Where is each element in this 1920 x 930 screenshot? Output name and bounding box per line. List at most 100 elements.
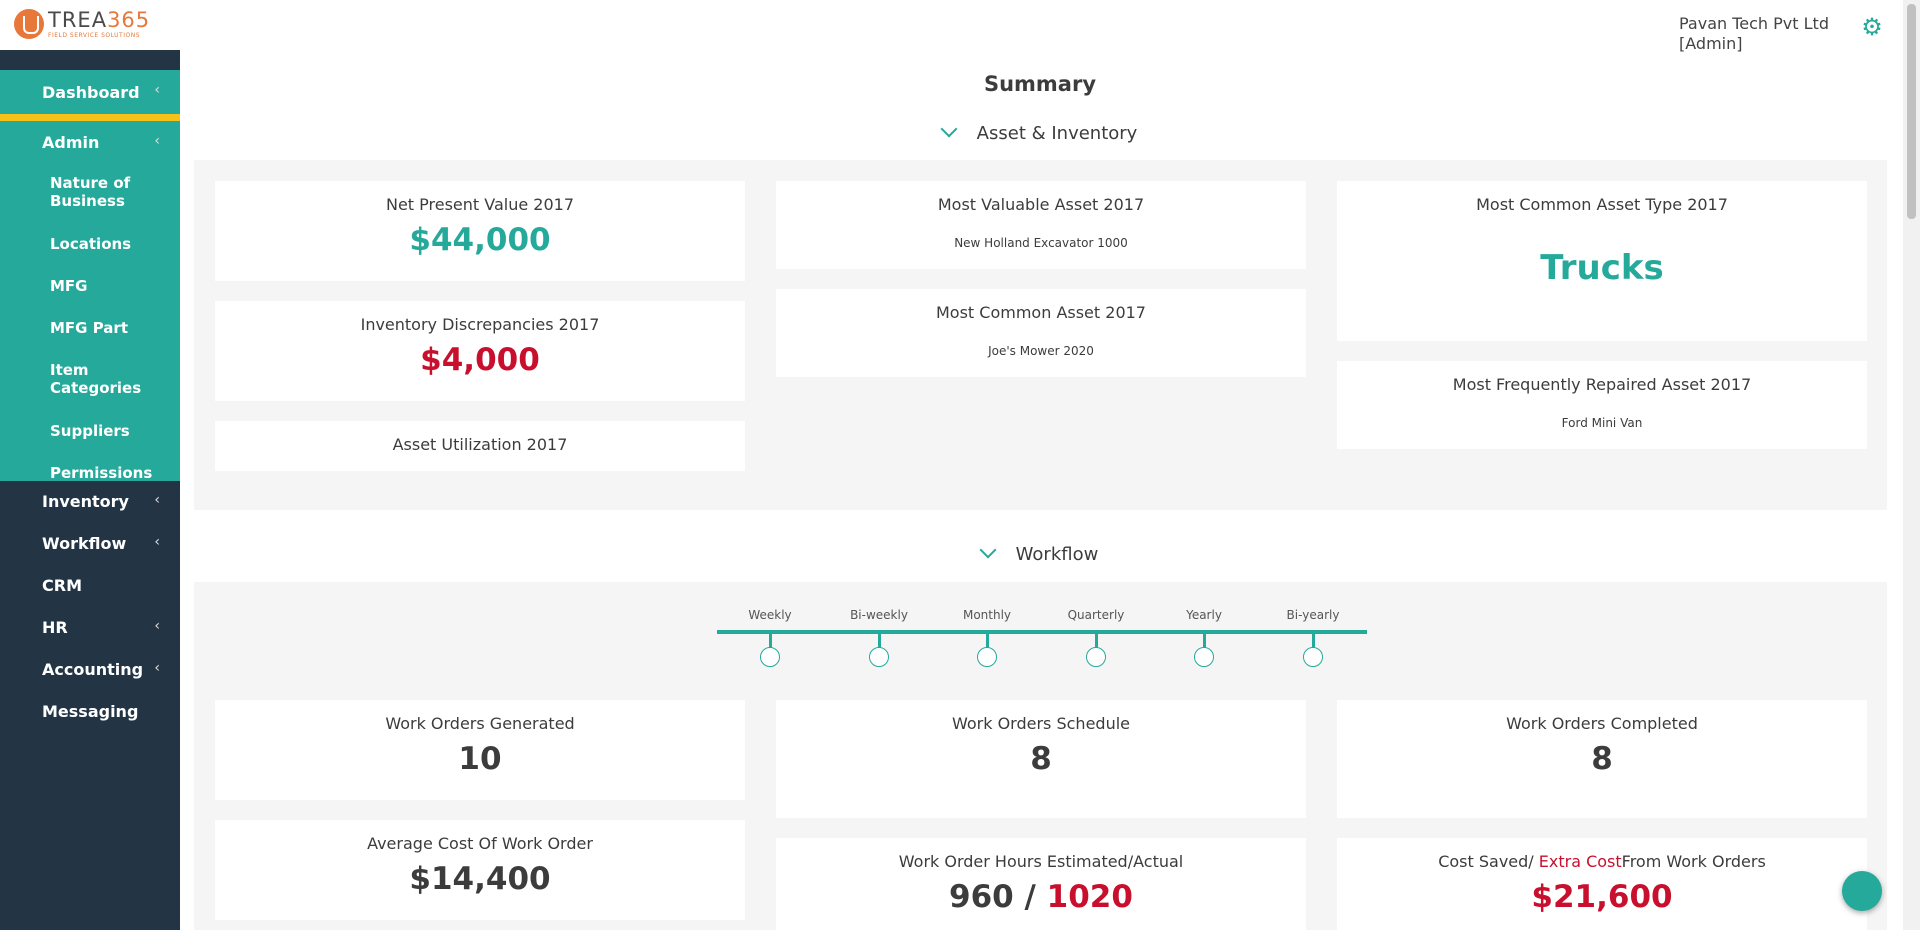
company-name: Pavan Tech Pvt Ltd — [1679, 14, 1829, 33]
from-work-orders-label: From Work Orders — [1621, 852, 1766, 871]
gear-icon[interactable]: ⚙ — [1860, 15, 1884, 39]
cost-saved-card: Cost Saved/ Extra CostFrom Work Orders $… — [1337, 838, 1867, 930]
sidebar-item-crm[interactable]: CRM — [0, 564, 180, 606]
card-title: Work Order Hours Estimated/Actual — [898, 852, 1184, 871]
card-title: Asset Utilization 2017 — [392, 435, 568, 454]
sidebar-item-admin[interactable]: Admin ‹ — [0, 121, 180, 163]
app-logo[interactable]: TREA365 FIELD SERVICE SOLUTIONS — [14, 9, 150, 39]
sidebar: Dashboard ‹ Admin ‹ Nature of Business L… — [0, 50, 180, 930]
timeline-radio-monthly[interactable] — [977, 647, 997, 667]
work-orders-schedule-card: Work Orders Schedule 8 — [776, 700, 1306, 818]
card-value: Joe's Mower 2020 — [988, 344, 1094, 358]
card-value: $4,000 — [420, 342, 540, 378]
sidebar-subitem-suppliers[interactable]: Suppliers — [50, 422, 175, 440]
page-title: Summary — [983, 72, 1097, 96]
asset-panel: Net Present Value 2017 $44,000 Inventory… — [194, 160, 1887, 510]
card-value: New Holland Excavator 1000 — [954, 236, 1128, 250]
timeline-radio-bi-weekly[interactable] — [869, 647, 889, 667]
timeline-stem — [1312, 634, 1315, 648]
timeline-stem — [878, 634, 881, 648]
timeline-track — [717, 630, 1367, 634]
asset-section-header[interactable]: Asset & Inventory — [180, 120, 1900, 144]
hours-separator: / — [1013, 879, 1047, 915]
timeline-radio-bi-yearly[interactable] — [1303, 647, 1323, 667]
chevron-left-icon: ‹ — [154, 492, 160, 508]
scrollbar-thumb[interactable] — [1907, 4, 1916, 219]
sidebar-item-label: Dashboard — [42, 82, 140, 102]
work-order-hours-card: Work Order Hours Estimated/Actual 960 / … — [776, 838, 1306, 930]
timeline-stem — [769, 634, 772, 648]
top-bar: TREA365 FIELD SERVICE SOLUTIONS Pavan Te… — [0, 0, 1920, 53]
card-value: 8 — [1591, 741, 1613, 777]
sidebar-item-hr[interactable]: HR ‹ — [0, 606, 180, 648]
timeline-label-bi-yearly: Bi-yearly — [1286, 608, 1340, 622]
card-title: Inventory Discrepancies 2017 — [360, 315, 600, 334]
card-value: 8 — [1030, 741, 1052, 777]
timeline-label-weekly: Weekly — [748, 608, 792, 622]
card-value: $44,000 — [409, 222, 551, 258]
hours-estimated: 960 — [949, 879, 1014, 915]
card-value: 960 / 1020 — [776, 879, 1306, 915]
card-value: Ford Mini Van — [1561, 416, 1643, 430]
timeline-label-yearly: Yearly — [1186, 608, 1222, 622]
logo-title: TREA365 — [48, 7, 151, 32]
chevron-left-icon: ‹ — [154, 618, 160, 634]
card-title: Work Orders Generated — [385, 714, 575, 733]
chevron-left-icon: ‹ — [154, 660, 160, 676]
timeline-radio-weekly[interactable] — [760, 647, 780, 667]
sidebar-item-label: Inventory — [42, 491, 129, 511]
cost-saved-label: Cost Saved/ — [1438, 852, 1539, 871]
timeline-stem — [1095, 634, 1098, 648]
timeline-radio-quarterly[interactable] — [1086, 647, 1106, 667]
workflow-section-header[interactable]: Workflow — [180, 541, 1900, 565]
chevron-left-icon: ‹ — [154, 82, 160, 98]
sidebar-item-label: CRM — [42, 575, 82, 595]
card-title: Work Orders Schedule — [951, 714, 1130, 733]
sidebar-item-inventory[interactable]: Inventory ‹ — [0, 480, 180, 522]
sidebar-subitem-mfg-part[interactable]: MFG Part — [50, 319, 175, 337]
sidebar-item-messaging[interactable]: Messaging — [0, 690, 180, 732]
logo-title-number: 365 — [107, 7, 151, 32]
sidebar-item-label: HR — [42, 617, 68, 637]
card-value: Trucks — [1540, 248, 1664, 288]
company-info[interactable]: Pavan Tech Pvt Ltd [Admin] — [1679, 14, 1829, 54]
average-cost-card: Average Cost Of Work Order $14,400 — [215, 820, 745, 920]
chevron-left-icon: ‹ — [154, 133, 160, 149]
workflow-panel: Work Orders Generated 10 Average Cost Of… — [194, 582, 1887, 930]
main-content: Summary Asset & Inventory Net Present Va… — [180, 50, 1900, 930]
sidebar-item-label: Accounting — [42, 659, 144, 679]
net-present-value-card: Net Present Value 2017 $44,000 — [215, 181, 745, 281]
sidebar-subitem-item-categories[interactable]: Item Categories — [50, 361, 175, 397]
timeline-stem — [986, 634, 989, 648]
sidebar-item-label: Messaging — [42, 701, 139, 721]
sidebar-subitem-locations[interactable]: Locations — [50, 235, 175, 253]
logo-mark-icon — [14, 9, 44, 39]
inventory-discrepancies-card: Inventory Discrepancies 2017 $4,000 — [215, 301, 745, 401]
timeline-label-quarterly: Quarterly — [1067, 608, 1125, 622]
sidebar-subitem-nature-of-business[interactable]: Nature of Business — [50, 174, 175, 210]
extra-cost-label: Extra Cost — [1538, 852, 1622, 871]
most-common-asset-type-card: Most Common Asset Type 2017 Trucks — [1337, 181, 1867, 341]
timeline-radio-yearly[interactable] — [1194, 647, 1214, 667]
chevron-left-icon: ‹ — [154, 534, 160, 550]
sidebar-subitem-mfg[interactable]: MFG — [50, 277, 175, 295]
logo-subtitle: FIELD SERVICE SOLUTIONS — [48, 31, 141, 39]
timeline-label-monthly: Monthly — [962, 608, 1012, 622]
work-orders-completed-card: Work Orders Completed 8 — [1337, 700, 1867, 818]
sidebar-item-workflow[interactable]: Workflow ‹ — [0, 522, 180, 564]
chat-floating-button[interactable] — [1842, 871, 1882, 911]
chevron-down-icon — [940, 120, 958, 138]
card-title: Most Common Asset 2017 — [936, 303, 1146, 322]
card-title: Cost Saved/ Extra CostFrom Work Orders — [1337, 852, 1867, 871]
card-title: Most Common Asset Type 2017 — [1476, 195, 1728, 214]
sidebar-item-accounting[interactable]: Accounting ‹ — [0, 648, 180, 690]
card-value: 10 — [458, 741, 502, 777]
hours-actual: 1020 — [1046, 879, 1133, 915]
sidebar-item-label: Admin — [42, 132, 100, 152]
sidebar-item-dashboard[interactable]: Dashboard ‹ — [0, 70, 180, 121]
card-title: Most Valuable Asset 2017 — [937, 195, 1145, 214]
card-title: Work Orders Completed — [1506, 714, 1698, 733]
timeline-stem — [1203, 634, 1206, 648]
sidebar-item-label: Workflow — [42, 533, 127, 553]
most-valuable-asset-card: Most Valuable Asset 2017 New Holland Exc… — [776, 181, 1306, 269]
